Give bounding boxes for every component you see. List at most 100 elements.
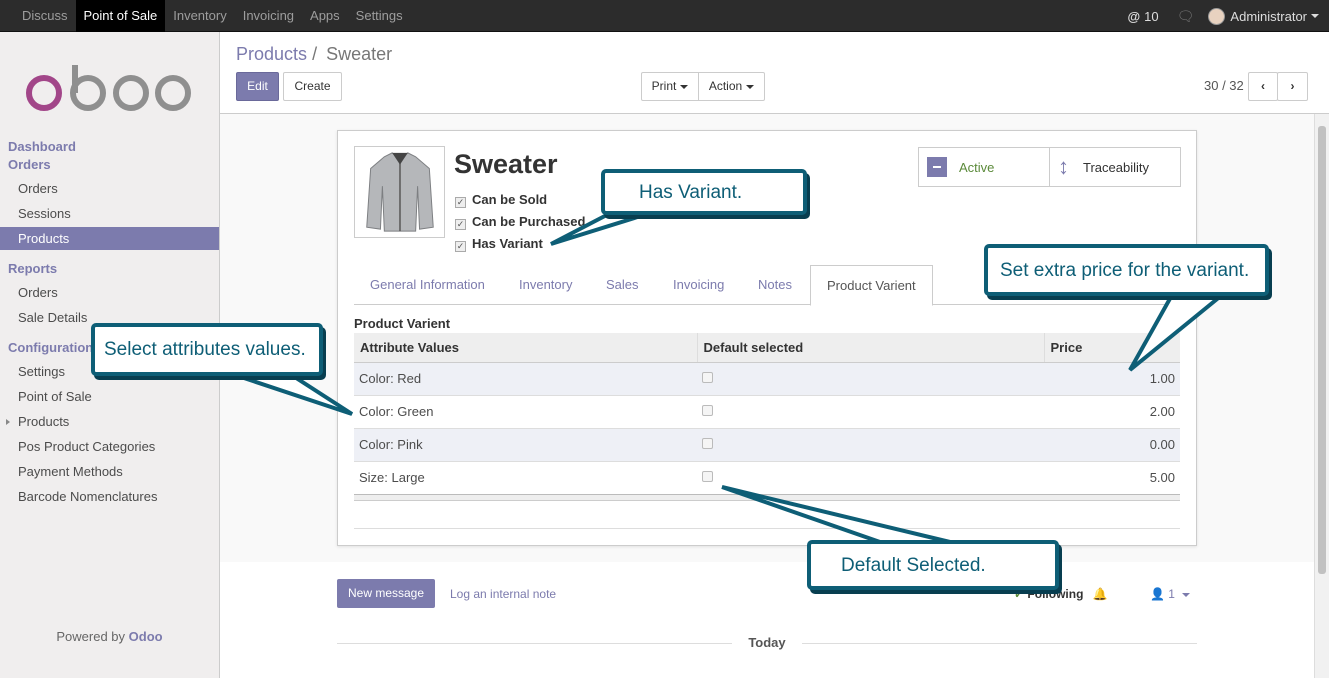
sidebar-item-point-of-sale[interactable]: Point of Sale: [0, 385, 219, 408]
menu-apps[interactable]: Apps: [302, 0, 348, 32]
mentions-count[interactable]: 10: [1144, 9, 1158, 24]
create-button[interactable]: Create: [283, 72, 342, 101]
callout-extra-price: Set extra price for the variant.: [984, 244, 1269, 296]
active-label: Active: [959, 159, 995, 175]
has-variant-label: Has Variant: [472, 236, 543, 251]
breadcrumb-products-link[interactable]: Products: [236, 44, 307, 64]
chat-icon[interactable]: 🗨: [1177, 8, 1195, 25]
pager-next-button[interactable]: ›: [1277, 72, 1308, 101]
log-note-link[interactable]: Log an internal note: [450, 587, 556, 601]
product-image[interactable]: [354, 146, 445, 238]
tab-sales[interactable]: Sales: [590, 265, 655, 305]
menu-point-of-sale[interactable]: Point of Sale: [75, 0, 166, 32]
tab-notes[interactable]: Notes: [742, 265, 808, 305]
tab-inventory[interactable]: Inventory: [503, 265, 588, 305]
tab-product-varient[interactable]: Product Varient: [810, 265, 933, 306]
active-toggle-button[interactable]: Active: [919, 148, 1049, 186]
sidebar-item-barcode-nomenclatures[interactable]: Barcode Nomenclatures: [0, 485, 219, 508]
table-row[interactable]: Size: Large 5.00: [354, 460, 1180, 494]
column-price[interactable]: Price: [1043, 333, 1180, 363]
bell-icon[interactable]: 🔔: [1093, 587, 1108, 601]
attribute-cell: Size: Large: [354, 460, 697, 494]
can-be-sold-checkbox[interactable]: ✓: [455, 197, 466, 208]
systray: @ 10 🗨 Administrator: [1127, 0, 1319, 32]
powered-prefix: Powered by: [56, 629, 126, 644]
price-cell[interactable]: 0.00: [1044, 427, 1180, 461]
can-be-purchased-checkbox[interactable]: ✓: [455, 219, 466, 230]
user-avatar[interactable]: [1208, 7, 1226, 25]
product-name: Sweater: [454, 149, 558, 179]
main-menu: Discuss Point of Sale Inventory Invoicin…: [14, 0, 411, 32]
sidebar-item-orders[interactable]: Orders: [0, 177, 219, 200]
mentions-icon[interactable]: @: [1127, 9, 1140, 24]
column-attribute-values[interactable]: Attribute Values: [354, 333, 697, 363]
vertical-scrollbar[interactable]: [1314, 114, 1329, 678]
menu-invoicing[interactable]: Invoicing: [235, 0, 302, 32]
price-cell[interactable]: 1.00: [1044, 361, 1180, 395]
default-selected-cell: [697, 427, 1044, 461]
variant-table: Attribute Values Default selected Price …: [354, 333, 1180, 494]
default-selected-cell: [697, 361, 1044, 395]
sidebar-item-payment-methods[interactable]: Payment Methods: [0, 460, 219, 483]
chevron-down-icon[interactable]: [1311, 14, 1319, 18]
sidebar-dashboard[interactable]: Dashboard: [8, 139, 76, 154]
print-label: Print: [651, 79, 677, 93]
archive-icon: [927, 157, 947, 177]
followers-dropdown[interactable]: 👤 1: [1150, 587, 1191, 601]
new-message-button[interactable]: New message: [337, 579, 435, 608]
can-be-purchased-field: ✓ Can be Purchased: [455, 214, 585, 230]
attribute-cell: Color: Green: [354, 394, 697, 428]
can-be-sold-field: ✓ Can be Sold: [455, 192, 547, 208]
default-selected-checkbox[interactable]: [702, 372, 713, 383]
tab-general-information[interactable]: General Information: [354, 265, 501, 305]
action-dropdown[interactable]: Action: [698, 72, 765, 101]
table-row[interactable]: Color: Red 1.00: [354, 361, 1180, 395]
breadcrumb-separator: /: [312, 44, 318, 64]
price-cell[interactable]: 5.00: [1044, 460, 1180, 494]
powered-by: Powered by Odoo: [0, 629, 219, 644]
chevron-down-icon: [746, 84, 755, 89]
has-variant-checkbox[interactable]: ✓: [455, 241, 466, 252]
pager-previous-button[interactable]: ‹: [1248, 72, 1278, 101]
traceability-button[interactable]: ↕ Traceability: [1049, 148, 1180, 186]
table-row[interactable]: Color: Green 2.00: [354, 394, 1180, 428]
edit-button[interactable]: Edit: [236, 72, 279, 101]
column-default-selected[interactable]: Default selected: [696, 333, 1044, 363]
top-navbar: Discuss Point of Sale Inventory Invoicin…: [0, 0, 1329, 32]
pager-value[interactable]: 30 / 32: [1204, 78, 1244, 93]
user-menu[interactable]: Administrator: [1230, 9, 1307, 24]
table-footer-bar: [354, 495, 1180, 501]
chevron-down-icon: [680, 84, 689, 89]
sidebar-item-products[interactable]: Products: [0, 227, 219, 250]
sidebar-section-configuration[interactable]: Configuration: [8, 340, 93, 355]
default-selected-cell: [697, 394, 1044, 428]
sidebar-section-reports[interactable]: Reports: [8, 261, 57, 276]
has-variant-field: ✓ Has Variant: [455, 236, 543, 252]
price-cell[interactable]: 2.00: [1044, 394, 1180, 428]
callout-default-selected: Default Selected.: [807, 540, 1059, 590]
print-dropdown[interactable]: Print: [641, 72, 699, 101]
menu-inventory[interactable]: Inventory: [165, 0, 234, 32]
scrollbar-thumb[interactable]: [1318, 126, 1326, 574]
default-selected-checkbox[interactable]: [702, 438, 713, 449]
followers-count: 1: [1168, 587, 1175, 601]
sidebar-item-report-orders[interactable]: Orders: [0, 281, 219, 304]
table-footer: [354, 494, 1180, 529]
powered-brand-link[interactable]: Odoo: [129, 629, 163, 644]
sidebar-item-sessions[interactable]: Sessions: [0, 202, 219, 225]
callout-select-attributes: Select attributes values.: [91, 323, 323, 376]
menu-settings[interactable]: Settings: [348, 0, 411, 32]
user-icon: 👤: [1150, 587, 1165, 601]
sidebar-item-pos-categories[interactable]: Pos Product Categories: [0, 435, 219, 458]
attribute-cell: Color: Pink: [354, 427, 697, 461]
sidebar-section-orders[interactable]: Orders: [8, 157, 51, 172]
tab-invoicing[interactable]: Invoicing: [657, 265, 740, 305]
default-selected-checkbox[interactable]: [702, 471, 713, 483]
sidebar-item-config-products[interactable]: Products: [0, 410, 219, 433]
breadcrumb: Products / Sweater: [236, 44, 392, 65]
table-row[interactable]: Color: Pink 0.00: [354, 427, 1180, 461]
default-selected-checkbox[interactable]: [702, 405, 713, 416]
date-separator: Today: [337, 635, 1197, 650]
menu-discuss[interactable]: Discuss: [14, 0, 76, 32]
default-selected-cell: [697, 460, 1044, 494]
